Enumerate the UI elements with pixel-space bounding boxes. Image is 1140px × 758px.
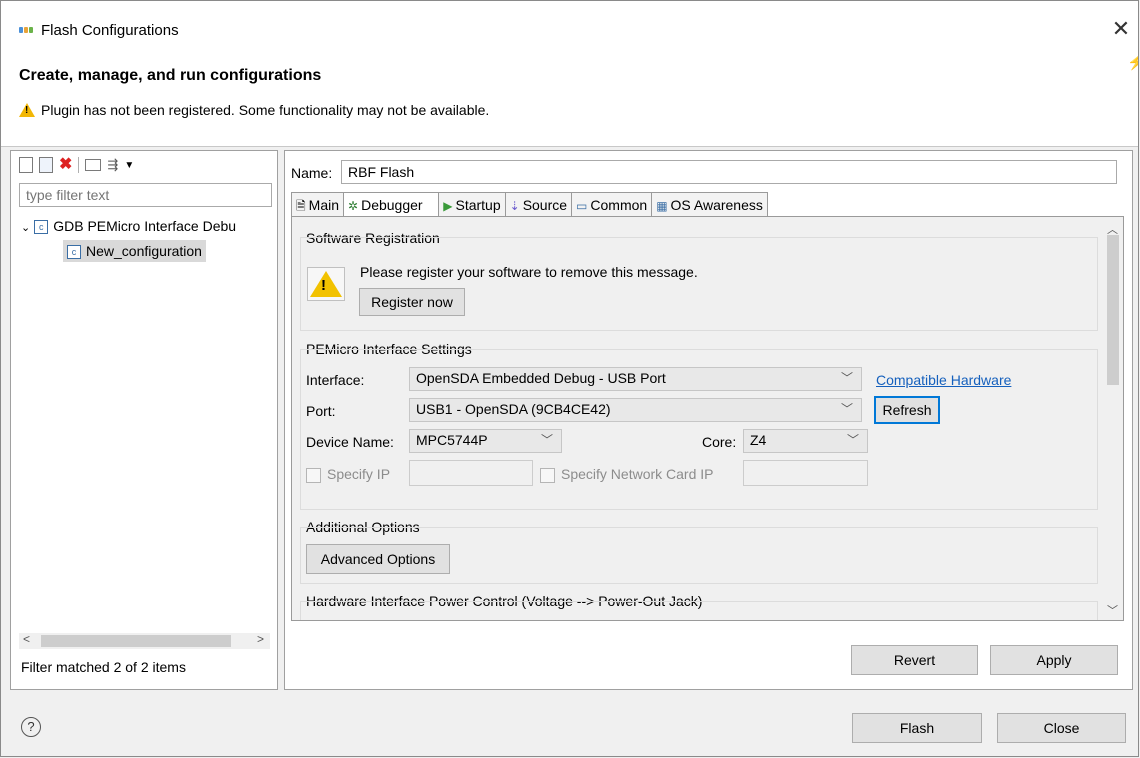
- scrollbar-thumb[interactable]: [1107, 235, 1119, 385]
- os-icon: ▦: [656, 199, 668, 213]
- config-type-icon: c: [34, 220, 49, 235]
- document-icon: 🗎: [296, 199, 306, 213]
- interface-label: Interface:: [306, 372, 365, 388]
- help-icon[interactable]: ?: [21, 717, 41, 737]
- toolbar-separator: [78, 157, 80, 173]
- device-name-select[interactable]: MPC5744P ﹀: [409, 429, 562, 453]
- tree-item-gdb-pemicro[interactable]: ⌄ c GDB PEMicro Interface Debu: [21, 215, 236, 237]
- lightning-icon: ⚡: [1127, 53, 1138, 71]
- tab-label: Common: [590, 197, 648, 213]
- chevron-down-icon: ﹀: [840, 371, 853, 385]
- duplicate-config-icon[interactable]: [39, 157, 53, 173]
- tab-common[interactable]: ▭ Common: [571, 192, 653, 216]
- filter-status: Filter matched 2 of 2 items: [21, 659, 186, 675]
- power-control-group: [300, 601, 1098, 620]
- close-icon[interactable]: ✕: [1109, 17, 1133, 41]
- chevron-down-icon: ﹀: [540, 433, 553, 447]
- close-button[interactable]: Close: [997, 713, 1126, 743]
- warning-icon: !: [19, 103, 35, 117]
- common-icon: ▭: [576, 199, 588, 213]
- device-name-label: Device Name:: [306, 434, 394, 450]
- delete-config-icon[interactable]: ✖: [59, 157, 72, 173]
- window-title: Flash Configurations: [41, 22, 179, 39]
- filter-icon[interactable]: ⇶: [107, 157, 118, 173]
- dialog-header: Flash Configurations ✕ ⚡ Create, manage,…: [1, 1, 1138, 147]
- device-name-value: MPC5744P: [416, 432, 488, 448]
- config-icon: c: [67, 245, 81, 260]
- tab-main[interactable]: 🗎 Main: [291, 192, 345, 216]
- play-icon: ▶: [443, 199, 453, 213]
- core-label: Core:: [702, 434, 737, 450]
- checkbox-box[interactable]: [540, 467, 555, 483]
- scroll-left-icon[interactable]: <: [23, 632, 30, 646]
- warning-text: Plugin has not been registered. Some fun…: [41, 102, 490, 118]
- core-select[interactable]: Z4 ﹀: [743, 429, 868, 453]
- bug-icon: ✲: [348, 199, 359, 213]
- tab-os-awareness[interactable]: ▦ OS Awareness: [651, 192, 768, 216]
- tab-label: Source: [522, 197, 568, 213]
- tree-toolbar: ✖ ⇶ ▼: [19, 155, 134, 175]
- configuration-editor: Name: RBF Flash 🗎 Main ✲ Debugger ▶ Startup…: [284, 150, 1133, 690]
- checkbox-box[interactable]: [306, 467, 321, 483]
- app-icon: [19, 27, 33, 33]
- specify-ip-label: Specify IP: [327, 466, 391, 482]
- tab-startup[interactable]: ▶ Startup: [438, 192, 506, 216]
- debugger-tab-panel: Software Registration ! Please register …: [291, 216, 1124, 621]
- horizontal-scrollbar[interactable]: < >: [19, 632, 270, 649]
- tab-label: OS Awareness: [670, 197, 763, 213]
- scroll-down-icon[interactable]: ﹀: [1107, 602, 1118, 618]
- tree-item-label: New_configuration: [86, 243, 202, 259]
- specify-nic-label: Specify Network Card IP: [561, 466, 714, 482]
- tree-item-label: GDB PEMicro Interface Debu: [53, 218, 237, 234]
- chevron-down-icon: ﹀: [840, 402, 853, 416]
- specify-network-card-checkbox[interactable]: Specify Network Card IP: [540, 466, 714, 483]
- tree-item-new-configuration[interactable]: c New_configuration: [63, 240, 206, 262]
- chevron-down-icon[interactable]: ⌄: [21, 222, 30, 234]
- port-label: Port:: [306, 403, 336, 419]
- source-icon: ⇣: [509, 199, 520, 213]
- name-label: Name:: [291, 165, 333, 181]
- register-now-button[interactable]: Register now: [359, 288, 465, 316]
- flash-button[interactable]: Flash: [852, 713, 982, 743]
- ip-address-field[interactable]: [409, 460, 533, 486]
- core-value: Z4: [750, 432, 767, 448]
- chevron-down-icon: ﹀: [846, 433, 859, 447]
- config-tabs: 🗎 Main ✲ Debugger ▶ Startup ⇣ Source ▭ Common…: [291, 192, 768, 217]
- tab-label: Startup: [455, 197, 501, 213]
- apply-button[interactable]: Apply: [990, 645, 1118, 675]
- port-select[interactable]: USB1 - OpenSDA (9CB4CE42) ﹀: [409, 398, 862, 422]
- configuration-tree-pane: ✖ ⇶ ▼ ⌄ c GDB PEMicro Interface Debu c New_…: [10, 150, 278, 690]
- scrollbar-thumb[interactable]: [41, 635, 231, 647]
- filter-input[interactable]: [19, 183, 272, 207]
- vertical-scrollbar[interactable]: ︿ ﹀: [1103, 217, 1123, 620]
- advanced-options-button[interactable]: Advanced Options: [306, 544, 450, 574]
- registration-warning: ! Plugin has not been registered. Some fu…: [19, 101, 489, 118]
- view-menu-icon[interactable]: ▼: [124, 160, 134, 171]
- collapse-all-icon[interactable]: [85, 159, 102, 171]
- port-value: USB1 - OpenSDA (9CB4CE42): [416, 401, 611, 417]
- revert-button[interactable]: Revert: [851, 645, 978, 675]
- interface-value: OpenSDA Embedded Debug - USB Port: [416, 370, 666, 386]
- tab-label: Main: [308, 197, 340, 213]
- software-registration-group: [300, 237, 1098, 331]
- network-card-field[interactable]: [743, 460, 868, 486]
- name-field[interactable]: RBF Flash: [341, 160, 1117, 184]
- tab-source[interactable]: ⇣ Source: [504, 192, 573, 216]
- registration-message: Please register your software to remove …: [360, 264, 698, 280]
- flash-configurations-dialog: Flash Configurations ✕ ⚡ Create, manage,…: [0, 0, 1139, 757]
- scroll-right-icon[interactable]: >: [257, 632, 264, 646]
- tab-debugger[interactable]: ✲ Debugger: [343, 192, 440, 217]
- interface-select[interactable]: OpenSDA Embedded Debug - USB Port ﹀: [409, 367, 862, 391]
- dialog-heading: Create, manage, and run configurations: [19, 67, 322, 84]
- tab-label: Debugger: [361, 197, 423, 213]
- specify-ip-checkbox[interactable]: Specify IP: [306, 466, 390, 483]
- refresh-button[interactable]: Refresh: [874, 396, 940, 424]
- new-config-icon[interactable]: [19, 157, 33, 173]
- warning-icon: !: [307, 267, 345, 301]
- compatible-hardware-link[interactable]: Compatible Hardware: [876, 372, 1011, 388]
